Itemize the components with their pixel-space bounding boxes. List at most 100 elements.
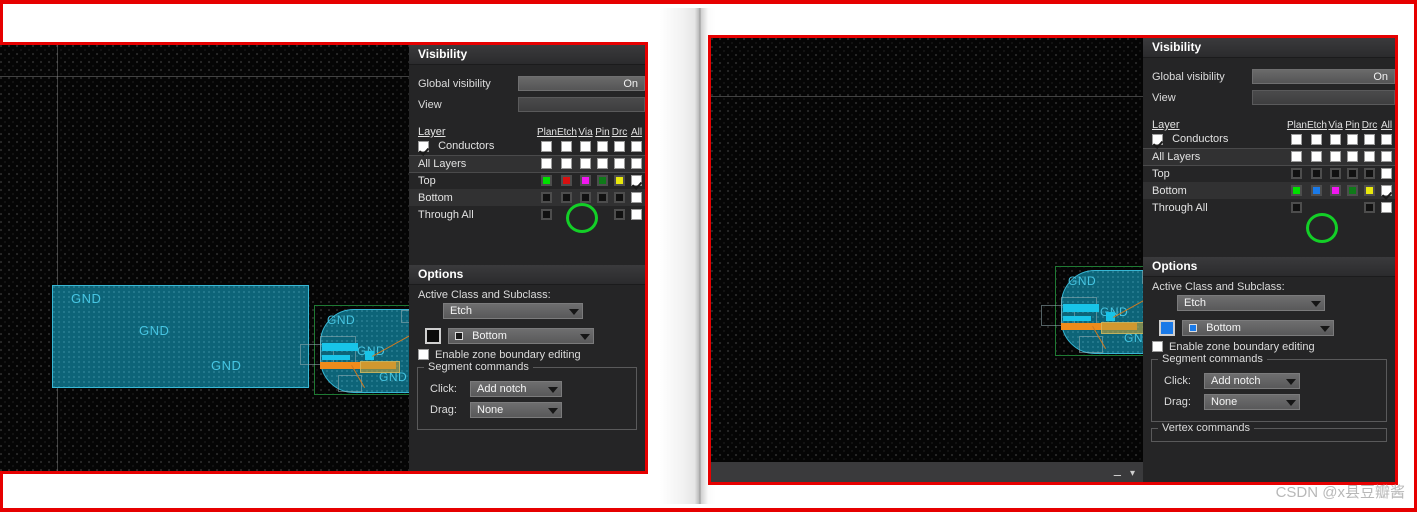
bottom-via-swatch[interactable] [580, 192, 591, 204]
top-etch-swatch[interactable] [1311, 168, 1323, 180]
top-via-swatch[interactable] [580, 175, 591, 187]
click-row: Click: Add notch [1158, 372, 1380, 389]
pcb-canvas-right[interactable]: GND GND GND ⚊ ▾ [711, 38, 1143, 482]
global-visibility-label: Global visibility [1152, 70, 1225, 83]
column-header-plan: Plan [1286, 120, 1307, 131]
through-all-plan-swatch[interactable] [541, 209, 553, 221]
enable-zone-checkbox[interactable] [1152, 341, 1163, 352]
bottom-pin-swatch[interactable] [1347, 185, 1358, 197]
all-layers-etch-checkbox[interactable] [561, 158, 573, 170]
bottom-plan-swatch[interactable] [1291, 185, 1303, 197]
all-layers-all-checkbox[interactable] [631, 158, 642, 170]
bottom-etch-swatch[interactable] [1311, 185, 1323, 197]
all-layers-pin-checkbox[interactable] [597, 158, 608, 170]
layer-column-header: Layer [418, 126, 446, 138]
canvas-mini-controls[interactable]: ⚊ ▾ [1113, 468, 1135, 479]
class-dropdown[interactable]: Etch [1177, 294, 1325, 311]
conductors-via-checkbox[interactable] [1330, 133, 1341, 145]
click-dropdown[interactable]: Add notch [470, 380, 562, 397]
bottom-plan-swatch[interactable] [541, 192, 553, 204]
trace-cyan[interactable] [1063, 316, 1091, 321]
pad-olive[interactable] [1101, 322, 1143, 334]
top-etch-swatch[interactable] [561, 175, 573, 187]
all-layers-pin-checkbox[interactable] [1347, 151, 1358, 163]
subclass-color-swatch[interactable] [1159, 319, 1175, 336]
global-visibility-value[interactable]: On [1252, 69, 1395, 84]
conductors-etch-checkbox[interactable] [1311, 133, 1323, 145]
segment-commands-legend: Segment commands [424, 360, 533, 373]
column-header-pin: Pin [1345, 120, 1360, 131]
trace-cyan[interactable] [322, 343, 358, 351]
subclass-color-swatch[interactable] [425, 327, 441, 344]
enable-zone-label: Enable zone boundary editing [1169, 340, 1315, 353]
top-all-checkbox[interactable] [1381, 168, 1392, 180]
class-dropdown[interactable]: Etch [443, 302, 583, 319]
column-header-pin: Pin [595, 127, 610, 138]
trace-cyan[interactable] [1063, 304, 1099, 312]
all-layers-all-checkbox[interactable] [1381, 151, 1392, 163]
table-row: Conductors [409, 138, 645, 155]
conductors-plan-checkbox[interactable] [541, 140, 553, 152]
click-dropdown[interactable]: Add notch [1204, 372, 1300, 389]
view-value[interactable] [518, 97, 645, 112]
bottom-all-checkbox[interactable] [1381, 185, 1392, 197]
top-drc-swatch[interactable] [614, 175, 625, 187]
minimize-icon[interactable]: ⚊ [1113, 468, 1122, 479]
active-class-label: Active Class and Subclass: [1152, 280, 1285, 293]
drag-dropdown[interactable]: None [470, 401, 562, 418]
top-plan-swatch[interactable] [541, 175, 553, 187]
drag-dropdown[interactable]: None [1204, 393, 1300, 410]
view-value[interactable] [1252, 90, 1395, 105]
all-layers-via-checkbox[interactable] [580, 158, 591, 170]
bottom-all-checkbox[interactable] [631, 192, 642, 204]
through-all-drc-swatch[interactable] [1364, 202, 1375, 214]
all-layers-plan-checkbox[interactable] [1291, 151, 1303, 163]
chevron-down-icon[interactable]: ▾ [1130, 468, 1135, 479]
global-visibility-value[interactable]: On [518, 76, 645, 91]
through-all-drc-swatch[interactable] [614, 209, 625, 221]
conductors-pin-checkbox[interactable] [1347, 133, 1358, 145]
conductors-all-checkbox[interactable] [631, 140, 642, 152]
top-pin-swatch[interactable] [597, 175, 608, 187]
top-drc-swatch[interactable] [1364, 168, 1375, 180]
control-panel-left: Visibility Global visibility On View Lay… [409, 45, 645, 471]
options-body: Active Class and Subclass: Etch Bottom E… [409, 284, 645, 471]
bottom-etch-swatch[interactable] [561, 192, 573, 204]
conductors-drc-checkbox[interactable] [1364, 133, 1375, 145]
all-layers-etch-checkbox[interactable] [1311, 151, 1323, 163]
top-pin-swatch[interactable] [1347, 168, 1358, 180]
conductors-checkbox[interactable] [1152, 133, 1163, 145]
enable-zone-checkbox[interactable] [418, 349, 429, 360]
chevron-down-icon [1286, 378, 1296, 385]
pcb-canvas-left[interactable]: GND GND GND GND GND GND [0, 45, 409, 471]
bottom-pin-swatch[interactable] [597, 192, 608, 204]
bottom-drc-swatch[interactable] [1364, 185, 1375, 197]
all-layers-plan-checkbox[interactable] [541, 158, 553, 170]
component-outline[interactable] [401, 310, 409, 323]
through-all-all-checkbox[interactable] [1381, 202, 1392, 214]
column-header-all: All [1380, 120, 1393, 131]
conductors-pin-checkbox[interactable] [597, 140, 608, 152]
top-via-swatch[interactable] [1330, 168, 1341, 180]
trace-cyan[interactable] [322, 355, 350, 360]
conductors-via-checkbox[interactable] [580, 140, 591, 152]
subclass-dropdown[interactable]: Bottom [448, 327, 594, 344]
gnd-pour-large[interactable]: GND GND GND [52, 285, 309, 388]
top-all-checkbox[interactable] [631, 175, 642, 187]
conductors-all-checkbox[interactable] [1381, 133, 1392, 145]
conductors-etch-checkbox[interactable] [561, 140, 573, 152]
conductors-checkbox[interactable] [418, 140, 429, 152]
all-layers-drc-checkbox[interactable] [614, 158, 625, 170]
subclass-dropdown[interactable]: Bottom [1182, 319, 1334, 336]
pad-olive[interactable] [360, 361, 400, 373]
through-all-plan-swatch[interactable] [1291, 202, 1303, 214]
bottom-drc-swatch[interactable] [614, 192, 625, 204]
bottom-via-swatch[interactable] [1330, 185, 1341, 197]
all-layers-drc-checkbox[interactable] [1364, 151, 1375, 163]
all-layers-via-checkbox[interactable] [1330, 151, 1341, 163]
top-plan-swatch[interactable] [1291, 168, 1303, 180]
through-all-all-checkbox[interactable] [631, 209, 642, 221]
conductors-drc-checkbox[interactable] [614, 140, 625, 152]
conductors-plan-checkbox[interactable] [1291, 133, 1303, 145]
row-label-conductors: Conductors [1172, 133, 1229, 146]
